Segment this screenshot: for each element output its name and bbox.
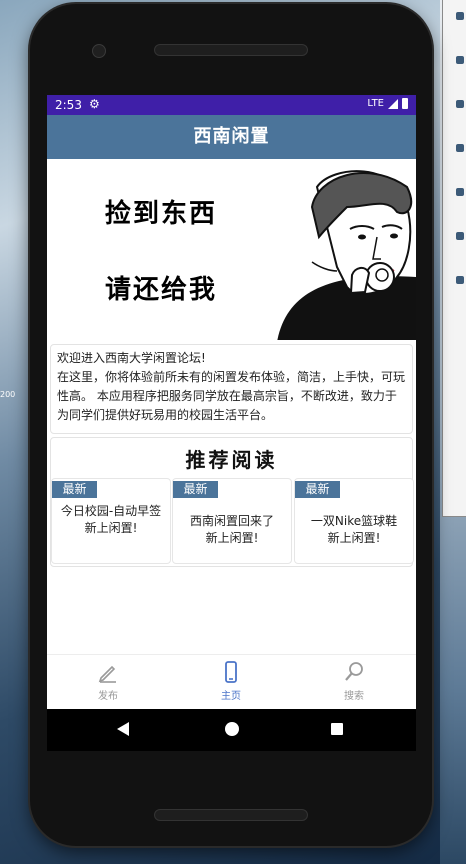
nav-search[interactable]: 搜索 <box>309 661 399 702</box>
intro-description: 在这里，你将体验前所未有的闲置发布体验，简洁，上手快，可玩性高。 本应用程序把服… <box>57 370 406 422</box>
edit-icon <box>98 665 116 683</box>
new-badge: 最新 <box>295 481 340 498</box>
network-label: LTE <box>367 98 384 109</box>
android-navigation-bar <box>47 709 416 751</box>
settings-gear-icon: ⚙ <box>89 97 100 111</box>
banner-image[interactable]: 捡到东西 请还给我 <box>47 159 416 340</box>
desktop-toolbar-icons <box>456 12 466 320</box>
bottom-navigation: 发布 主页 搜索 <box>47 654 416 709</box>
article-subtitle: 新上闲置! <box>327 531 381 545</box>
camera-icon <box>92 44 106 58</box>
nav-home-label: 主页 <box>221 691 241 702</box>
status-indicators: LTE <box>367 98 408 109</box>
intro-card: 欢迎进入西南大学闲置论坛! 在这里，你将体验前所未有的闲置发布体验，简洁，上手快… <box>50 344 413 434</box>
toolbar-icon[interactable] <box>456 232 464 240</box>
article-title: 西南闲置回来了 <box>189 514 274 528</box>
article-text: 西南闲置回来了 新上闲置! <box>177 513 287 547</box>
banner-line-1: 捡到东西 <box>105 199 218 229</box>
earpiece-speaker <box>154 44 308 56</box>
search-icon <box>345 662 363 681</box>
nav-home[interactable]: 主页 <box>186 661 276 702</box>
bottom-speaker <box>154 809 308 821</box>
recommended-section: 推荐阅读 最新 今日校园-自动早签 新上闲置! 最新 西南闲置回来了 新上闲置!… <box>50 437 414 567</box>
status-time: 2:53 <box>55 98 82 112</box>
article-subtitle: 新上闲置! <box>84 521 138 535</box>
app-title: 西南闲置 <box>47 115 416 159</box>
article-card[interactable]: 最新 今日校园-自动早签 新上闲置! <box>51 478 171 564</box>
nav-publish-label: 发布 <box>98 691 118 702</box>
new-badge: 最新 <box>173 481 218 498</box>
home-icon[interactable] <box>225 722 239 736</box>
banner-line-2: 请还给我 <box>105 275 218 305</box>
battery-icon <box>402 98 408 109</box>
article-title: 今日校园-自动早签 <box>60 504 162 518</box>
app-screen: 2:53 ⚙ LTE 西南闲置 捡到东西 请还给我 欢迎进入西南大学闲置论坛! … <box>47 95 416 709</box>
recommended-title: 推荐阅读 <box>185 448 278 472</box>
article-title: 一双Nike篮球鞋 <box>310 514 398 528</box>
toolbar-icon[interactable] <box>456 144 464 152</box>
toolbar-icon[interactable] <box>456 12 464 20</box>
intro-text: 欢迎进入西南大学闲置论坛! 在这里，你将体验前所未有的闲置发布体验，简洁，上手快… <box>57 349 407 425</box>
signal-icon <box>388 98 398 109</box>
new-badge: 最新 <box>52 481 97 498</box>
cartoon-man-pointing-illustration <box>277 170 416 340</box>
phone-icon <box>225 661 237 683</box>
toolbar-icon[interactable] <box>456 188 464 196</box>
article-card[interactable]: 最新 西南闲置回来了 新上闲置! <box>172 478 292 564</box>
status-bar: 2:53 ⚙ LTE <box>47 95 416 115</box>
intro-welcome: 欢迎进入西南大学闲置论坛! <box>57 351 206 365</box>
nav-publish[interactable]: 发布 <box>63 661 153 702</box>
desktop-edge-label: 200 <box>0 390 16 399</box>
toolbar-icon[interactable] <box>456 276 464 284</box>
nav-search-label: 搜索 <box>344 691 364 702</box>
recents-icon[interactable] <box>331 723 343 735</box>
toolbar-icon[interactable] <box>456 100 464 108</box>
article-subtitle: 新上闲置! <box>205 531 259 545</box>
toolbar-icon[interactable] <box>456 56 464 64</box>
back-icon[interactable] <box>117 722 129 736</box>
article-text: 今日校园-自动早签 新上闲置! <box>56 503 166 537</box>
article-card[interactable]: 最新 一双Nike篮球鞋 新上闲置! <box>294 478 414 564</box>
article-text: 一双Nike篮球鞋 新上闲置! <box>299 513 409 547</box>
